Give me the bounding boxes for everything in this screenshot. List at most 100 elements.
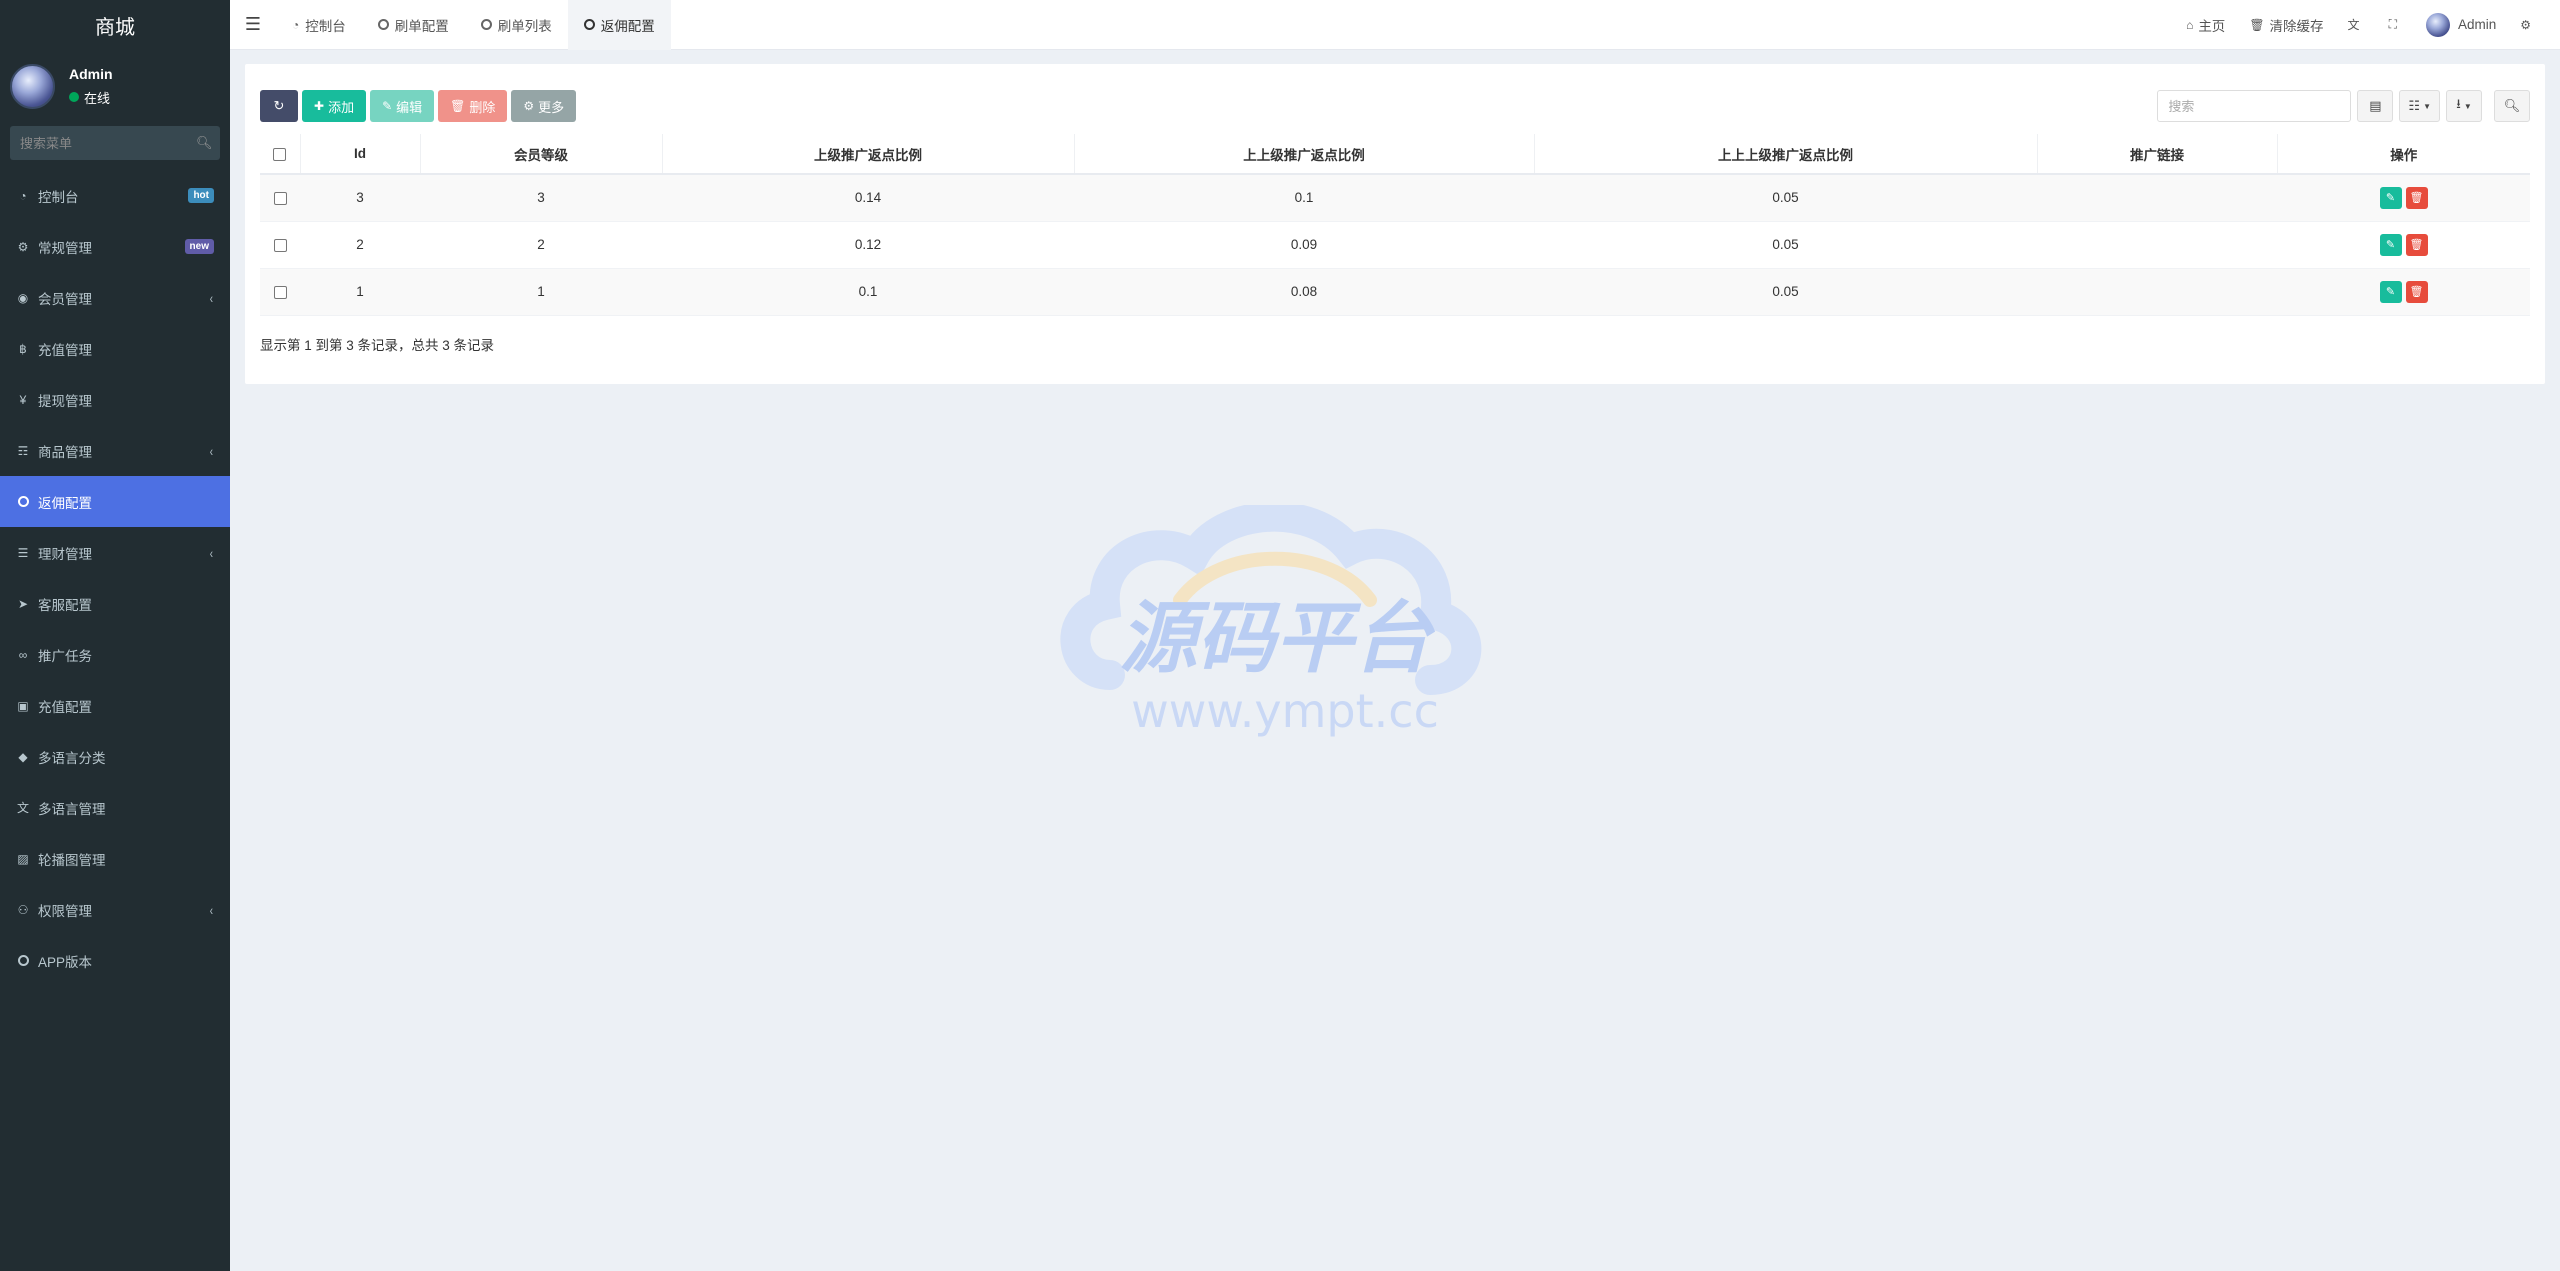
cell-level: 1 [420, 268, 662, 316]
sidebar-item-label: 多语言管理 [38, 801, 106, 817]
tab-3[interactable]: 返佣配置 [567, 0, 671, 50]
row-delete-button[interactable]: 🗑︎ [2405, 233, 2428, 256]
row-edit-button[interactable]: ✎ [2379, 186, 2402, 209]
sidebar-item-label: 提现管理 [38, 393, 92, 409]
data-table: Id 会员等级 上级推广返点比例 上上级推广返点比例 上上上级推广返点比例 推广… [260, 134, 2530, 316]
trash-icon: 🗑︎ [2409, 286, 2424, 298]
sidebar-item-7[interactable]: ☰ 理财管理 ‹ [0, 527, 230, 578]
table-body: 3 3 0.14 0.1 0.05 ✎ 🗑︎ 2 2 0.12 0.09 0.05 ✎ 🗑︎ 1 1 0.1 0.… [260, 174, 2530, 316]
sidebar-item-14[interactable]: ⚇ 权限管理 ‹ [0, 884, 230, 935]
sidebar-item-3[interactable]: ฿ 充值管理 [0, 323, 230, 374]
settings-toggle[interactable]: ⚙ [2508, 0, 2548, 50]
watermark-title: 源码平台 [1119, 594, 1436, 684]
tab-1[interactable]: 刷单配置 [362, 0, 465, 50]
row-checkbox[interactable] [273, 238, 287, 252]
column-header[interactable]: 推广链接 [2036, 134, 2277, 175]
chevron-left-icon: ‹ [210, 289, 214, 306]
user-menu[interactable]: Admin [2414, 0, 2508, 50]
pencil-icon: ✎ [2385, 192, 2396, 205]
trash-icon: 🗑︎ [2409, 239, 2424, 251]
tab-0[interactable]: ◔ 控制台 [276, 0, 362, 50]
toggle-view-button[interactable]: ▤ [2357, 90, 2394, 122]
language-icon: 文 [16, 801, 29, 815]
sidebar-item-6[interactable]: 返佣配置 [0, 476, 230, 527]
fullscreen-toggle[interactable]: ⛶ [2377, 0, 2414, 50]
sidebar-menu: ◔ 控制台 hot ⚙ 常规管理 new ◉ 会员管理 ‹ ฿ 充值管理 ¥ 提现管理 ☶ 商品管理 ‹ 返佣配… [0, 170, 230, 986]
sidebar-item-5[interactable]: ☶ 商品管理 ‹ [0, 425, 230, 476]
refresh-button[interactable]: ↻ [260, 90, 298, 122]
avatar [10, 63, 55, 109]
language-icon: 文 [2347, 18, 2360, 32]
sidebar-item-0[interactable]: ◔ 控制台 hot [0, 170, 230, 221]
pencil-icon: ✎ [382, 99, 393, 113]
home-link[interactable]: ⌂ 主页 [2174, 0, 2237, 50]
export-dropdown[interactable]: ⭳ ▼ [2446, 90, 2482, 122]
brand-logo[interactable]: 商城 [0, 0, 230, 50]
cogs-icon: ⚙ [17, 239, 29, 254]
pencil-icon: ✎ [2385, 286, 2396, 298]
gears-icon: ⚙ [2520, 17, 2531, 32]
user-circle-icon: ◉ [17, 290, 29, 305]
column-header[interactable]: 上上级推广返点比例 [1073, 134, 1534, 175]
sidebar: 商城 Admin 在线 🔍︎ ◔ 控制台 hot ⚙ 常规管理 new ◉ 会员管理 ‹ ฿ 充值管… [0, 0, 230, 1271]
advanced-search-button[interactable]: 🔍︎ [2494, 90, 2530, 122]
cell-level: 2 [420, 221, 662, 269]
export-icon: ⭳ [2456, 96, 2461, 111]
sidebar-item-9[interactable]: ∞ 推广任务 [0, 629, 230, 680]
tab-2[interactable]: 刷单列表 [465, 0, 568, 50]
tag-icon: ◆ [18, 749, 28, 764]
row-delete-button[interactable]: 🗑︎ [2405, 186, 2428, 209]
row-delete-button[interactable]: 🗑︎ [2405, 280, 2428, 303]
sidebar-item-label: 多语言分类 [38, 750, 106, 766]
sidebar-item-1[interactable]: ⚙ 常规管理 new [0, 221, 230, 272]
sidebar-item-2[interactable]: ◉ 会员管理 ‹ [0, 272, 230, 323]
sidebar-item-label: 常规管理 [38, 240, 92, 256]
row-actions: ✎ 🗑︎ [2277, 174, 2530, 222]
sidebar-item-13[interactable]: ▨ 轮播图管理 [0, 833, 230, 884]
yen-icon: ¥ [19, 392, 27, 407]
column-header[interactable]: 上上上级推广返点比例 [1533, 134, 2037, 175]
table-search-input[interactable] [2157, 90, 2352, 122]
sidebar-item-10[interactable]: ▣ 充值配置 [0, 680, 230, 731]
cell-rate3: 0.05 [1534, 221, 2037, 269]
row-checkbox[interactable] [273, 192, 287, 206]
row-edit-button[interactable]: ✎ [2379, 280, 2402, 303]
trash-icon: 🗑︎ [2409, 192, 2424, 205]
plus-icon: ✚ [314, 99, 325, 113]
language-toggle[interactable]: 文 [2336, 0, 2377, 50]
sidebar-item-4[interactable]: ¥ 提现管理 [0, 374, 230, 425]
search-icon[interactable]: 🔍︎ [196, 135, 213, 151]
cell-rate1: 0.14 [662, 174, 1074, 222]
column-header[interactable]: 会员等级 [419, 134, 662, 175]
row-actions: ✎ 🗑︎ [2277, 221, 2530, 269]
dashboard-icon: ◔ [19, 188, 27, 203]
chevron-left-icon: ‹ [210, 442, 214, 459]
sidebar-item-label: 充值配置 [38, 699, 92, 715]
hamburger-icon[interactable]: ☰ [230, 0, 276, 50]
cog-icon: ⚙ [523, 99, 535, 113]
sidebar-item-8[interactable]: ➤ 客服配置 [0, 578, 230, 629]
hot-badge: hot [188, 188, 214, 203]
columns-dropdown[interactable]: ☷ ▼ [2399, 90, 2440, 122]
sidebar-item-12[interactable]: 文多语言管理 [0, 782, 230, 833]
cell-link [2037, 221, 2277, 269]
row-checkbox[interactable] [273, 285, 287, 299]
dashboard-icon: ◔ [292, 17, 300, 32]
edit-button[interactable]: ✎ 编辑 [370, 90, 435, 122]
trash-icon: 🗑︎ [2249, 17, 2265, 32]
table-row: 1 1 0.1 0.08 0.05 ✎ 🗑︎ [260, 268, 2530, 316]
tab-label: 刷单列表 [497, 18, 552, 34]
more-button[interactable]: ⚙ 更多 [511, 90, 577, 122]
clear-cache-link[interactable]: 🗑︎ 清除缓存 [2237, 0, 2335, 50]
delete-button[interactable]: 🗑︎ 删除 [438, 90, 508, 122]
sidebar-search-input[interactable] [20, 135, 196, 151]
sidebar-item-15[interactable]: APP版本 [0, 935, 230, 986]
column-header[interactable]: 上级推广返点比例 [661, 134, 1074, 175]
column-header[interactable]: Id [299, 134, 420, 175]
sidebar-item-11[interactable]: ◆ 多语言分类 [0, 731, 230, 782]
add-button[interactable]: ✚ 添加 [302, 90, 367, 122]
select-all-checkbox[interactable] [273, 147, 287, 161]
row-edit-button[interactable]: ✎ [2379, 233, 2402, 256]
sidebar-item-label: 会员管理 [38, 291, 92, 307]
circle-icon [377, 19, 389, 30]
